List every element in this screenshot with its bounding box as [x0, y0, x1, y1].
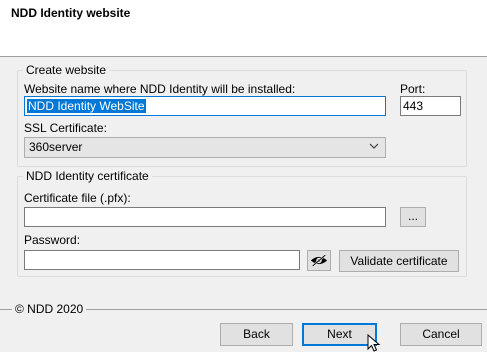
ssl-certificate-select[interactable]: 360server — [24, 137, 386, 158]
mouse-pointer-icon — [367, 334, 381, 352]
certificate-file-input[interactable] — [24, 207, 386, 227]
website-name-value: NDD Identity WebSite — [27, 99, 146, 113]
ssl-certificate-label: SSL Certificate: — [24, 121, 107, 135]
ssl-certificate-value: 360server — [29, 140, 83, 154]
cancel-button[interactable]: Cancel — [400, 323, 482, 346]
password-toggle-button[interactable] — [307, 250, 331, 271]
eye-slash-icon — [310, 254, 328, 267]
wizard-header: NDD Identity website — [0, 0, 487, 57]
website-name-label: Website name where NDD Identity will be … — [24, 82, 296, 96]
password-label: Password: — [24, 233, 81, 247]
page-title: NDD Identity website — [11, 6, 131, 20]
chevron-down-icon — [369, 143, 379, 149]
back-button[interactable]: Back — [220, 323, 293, 346]
port-input[interactable]: 443 — [400, 96, 461, 116]
password-input[interactable] — [24, 250, 300, 270]
certificate-file-label: Certificate file (.pfx): — [24, 191, 131, 205]
port-label: Port: — [400, 82, 426, 96]
browse-button[interactable]: ... — [400, 207, 426, 227]
website-name-input[interactable]: NDD Identity WebSite — [24, 96, 386, 116]
validate-certificate-button[interactable]: Validate certificate — [339, 250, 459, 272]
copyright-text: © NDD 2020 — [12, 302, 87, 316]
next-button[interactable]: Next — [302, 323, 377, 346]
create-website-legend: Create website — [23, 63, 110, 77]
identity-certificate-legend: NDD Identity certificate — [23, 169, 152, 183]
